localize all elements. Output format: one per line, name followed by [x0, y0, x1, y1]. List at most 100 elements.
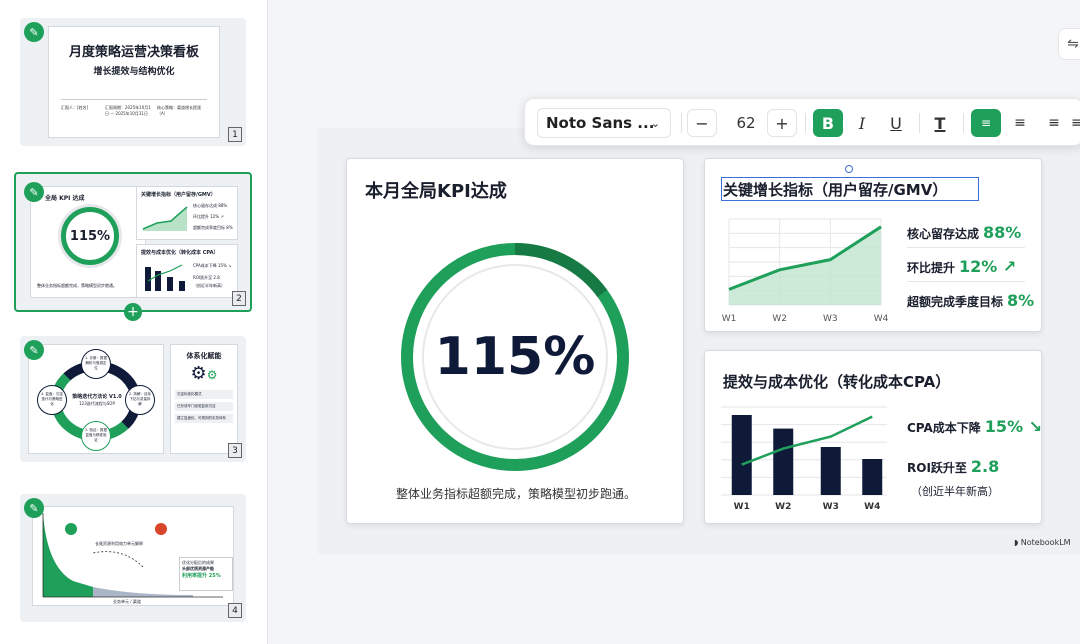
- align-right-button[interactable]: ≡: [1039, 109, 1069, 137]
- thumb-cost-line-2: ROI跃升至 2.8: [193, 275, 220, 280]
- thumb-step-4: 4. 复盘：沉淀迭代与策略进化: [37, 385, 67, 415]
- thumb-kpi-value: 115%: [69, 228, 111, 244]
- cost-stat-1-label: CPA成本下降: [907, 421, 981, 435]
- italic-button[interactable]: I: [847, 109, 877, 137]
- edit-pencil-icon[interactable]: ✎: [24, 340, 44, 360]
- growth-stat-2-value: 12% ↗: [959, 257, 1017, 276]
- thumb-method-title: 策略迭代方法论 V1.0: [72, 394, 122, 400]
- thumb-title: 月度策略运营决策看板: [68, 45, 199, 60]
- thumb-step-1: 1. 诊断：数据解析与瓶颈定位: [81, 349, 111, 379]
- underline-button[interactable]: U: [881, 109, 911, 137]
- increase-font-size-button[interactable]: +: [767, 109, 797, 137]
- slide-thumbnail-3[interactable]: ✎ 策略迭代方法论 V1.0 123迭代流程与SOP 1. 诊断：数据解析与瓶颈…: [20, 336, 246, 462]
- slide-number-badge: 3: [228, 443, 242, 458]
- divider: [919, 113, 920, 133]
- thumb-growth-line-1: 核心留存达成 88%: [193, 203, 228, 208]
- cost-trend-line: [741, 415, 873, 466]
- x-tick-label: W4: [874, 314, 889, 324]
- cost-bar: [862, 459, 883, 495]
- cost-title: 提效与成本优化（转化成本CPA）: [723, 373, 951, 391]
- thumb-cost-title: 提效与成本优化（转化成本 CPA）: [141, 250, 219, 256]
- watermark-text: NotebookLM: [1020, 538, 1071, 547]
- divider: [805, 113, 806, 133]
- thumb-kpi-title: 全局 KPI 达成: [45, 195, 85, 202]
- thumb-meta-2: 汇报周期：2025年10月1日 — 2025年10月31日: [105, 105, 151, 116]
- slide-number-badge: 2: [232, 291, 246, 306]
- thumb-cost-chart: [145, 264, 185, 291]
- kpi-caption: 整体业务指标超额完成，策略模型初步跑通。: [395, 487, 636, 501]
- cost-bar: [820, 447, 841, 495]
- growth-stat-1-value: 88%: [983, 223, 1022, 242]
- growth-stat-3: 超额完成季度目标 8%: [907, 291, 1034, 310]
- growth-stat-2: 环比提升 12% ↗: [907, 257, 1016, 276]
- kpi-value: 115%: [434, 327, 596, 387]
- growth-stat-2-label: 环比提升: [907, 261, 956, 275]
- rotate-handle-icon[interactable]: [845, 165, 853, 173]
- thumb-side-item-2: 已形成专门经验复用沉淀: [175, 402, 233, 411]
- bold-button[interactable]: B: [813, 109, 843, 137]
- thumb-note: 长尾资源利用效力单元解释: [95, 541, 143, 546]
- thumb-xlabel: 业务单元 / 渠道: [113, 599, 141, 604]
- divider: [963, 113, 964, 133]
- cost-stat-2: ROI跃升至 2.8: [907, 457, 999, 476]
- gears-icon: ⚙⚙: [190, 363, 218, 384]
- cost-card[interactable]: 提效与成本优化（转化成本CPA） W1 W2 W3 W4 CPA成本下降 15% ↘ R…: [704, 350, 1042, 524]
- cost-stat-3: （创近半年新高）: [911, 485, 999, 498]
- growth-title: 关键增长指标（用户留存/GMV）: [723, 181, 948, 199]
- swap-panel-icon[interactable]: ⇋: [1058, 28, 1080, 60]
- growth-stat-1: 核心留存达成 88%: [907, 223, 1021, 242]
- slide-number-badge: 4: [228, 603, 242, 618]
- decrease-font-size-button[interactable]: −: [687, 109, 717, 137]
- font-size-input[interactable]: 62: [721, 109, 771, 137]
- slide-number-badge: 1: [228, 127, 242, 142]
- thumb-box-line-3: 利用率提升 25%: [182, 573, 221, 579]
- align-justify-button[interactable]: ≡: [1071, 109, 1080, 137]
- chevron-down-icon: ⌄: [650, 116, 660, 130]
- x-tick-label: W1: [734, 502, 750, 512]
- text-color-button[interactable]: T: [925, 109, 955, 137]
- align-left-icon: ≡: [980, 115, 992, 130]
- cost-bar: [731, 415, 752, 495]
- edit-pencil-icon[interactable]: ✎: [24, 182, 44, 202]
- cost-bar: [773, 428, 794, 495]
- growth-stat-1-label: 核心留存达成: [907, 227, 980, 241]
- slide-thumbnail-4[interactable]: ✎ 长尾资源利用效力单元解释 业务单元 / 渠道 优化分配后的成果 头部优质资源…: [20, 494, 246, 622]
- align-center-icon: ≡: [1014, 115, 1026, 131]
- notebooklm-watermark: ◗ NotebookLM: [1014, 538, 1071, 547]
- add-slide-button[interactable]: +: [124, 303, 142, 321]
- thumb-method-sub: 123迭代流程与SOP: [79, 401, 115, 406]
- x-tick-label: W3: [823, 314, 838, 324]
- thumb-meta-1: 汇报人：[姓名]: [61, 105, 89, 110]
- slide-thumbnail-1[interactable]: ✎ 月度策略运营决策看板 增长提效与结构优化 汇报人：[姓名] 汇报周期：202…: [20, 18, 246, 146]
- slide-canvas: 本月全局KPI达成 115% 整体业务指标超额完成，策略模型初步跑通。 关键增长…: [318, 128, 1080, 554]
- thumb-cost-line-1: CPA成本下降 15% ↘: [193, 263, 232, 268]
- font-family-value: Noto Sans ...: [546, 114, 655, 132]
- thumb-growth-line-2: 环比提升 12% ↗: [193, 214, 224, 219]
- growth-chart: W1 W2 W3 W4: [722, 218, 889, 324]
- align-left-button[interactable]: ≡: [971, 109, 1001, 137]
- notebooklm-logo-icon: ◗: [1014, 538, 1021, 547]
- cost-stat-2-value: 2.8: [970, 457, 1000, 476]
- text-format-toolbar: Noto Sans ... ⌄ − 62 + B I U T ≡ ≡ ≡ ≡: [524, 98, 1080, 146]
- font-family-select[interactable]: Noto Sans ... ⌄: [537, 108, 671, 138]
- align-center-button[interactable]: ≡: [1005, 109, 1035, 137]
- thumb-cost-line-3: （创近半年新高）: [193, 283, 225, 288]
- kpi-card[interactable]: 本月全局KPI达成 115% 整体业务指标超额完成，策略模型初步跑通。: [346, 158, 684, 524]
- thumb-step-2: 2. 拆解：目标下钻与变量拆解: [125, 385, 155, 415]
- edit-pencil-icon[interactable]: ✎: [24, 22, 44, 42]
- cost-stat-2-label: ROI跃升至: [907, 461, 967, 475]
- thumb-side-title: 体系化赋能: [186, 352, 222, 360]
- x-tick-label: W2: [775, 502, 791, 512]
- growth-card[interactable]: 关键增长指标（用户留存/GMV） W1 W2 W3 W4 核心留存达成 88% 环比提升…: [704, 158, 1042, 332]
- x-tick-label: W3: [823, 502, 839, 512]
- cost-stat-1-value: 15% ↘: [984, 417, 1043, 436]
- edit-pencil-icon[interactable]: ✎: [24, 498, 44, 518]
- x-tick-label: W1: [722, 314, 737, 324]
- thumb-growth-line-3: 超额完成季度目标 8%: [193, 225, 233, 230]
- slide-thumbnail-2[interactable]: ✎ 全局 KPI 达成 115% 整体业务指标超额完成，策略模型初步跑通。 关键…: [14, 172, 252, 312]
- thumb-meta-3: 核心策略：渠道增长提速（A）: [157, 105, 201, 116]
- thumb-kpi-caption: 整体业务指标超额完成，策略模型初步跑通。: [37, 283, 117, 288]
- x-tick-label: W2: [772, 314, 787, 324]
- growth-stat-3-label: 超额完成季度目标: [907, 295, 1004, 309]
- align-right-icon: ≡: [1048, 115, 1060, 131]
